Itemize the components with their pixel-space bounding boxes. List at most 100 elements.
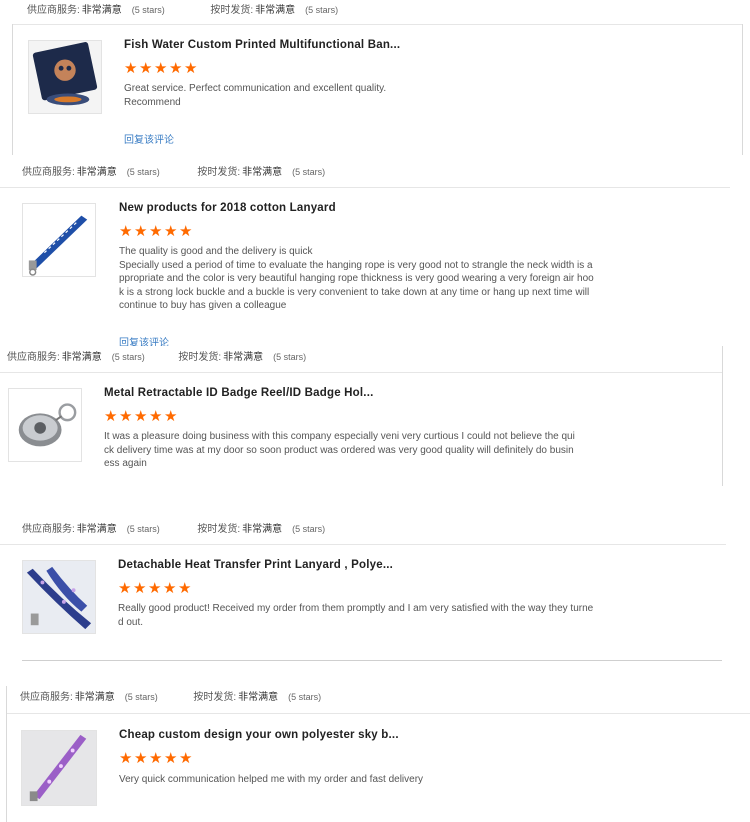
rating-row: 供应商服务: 非常满意 (5 stars) 按时发货: 非常满意 (5 stars) xyxy=(7,348,306,364)
review-text: It was a pleasure doing business with th… xyxy=(104,430,604,471)
product-thumbnail[interactable] xyxy=(28,40,102,114)
star-icon: ★ xyxy=(163,580,178,597)
review-line: d out. xyxy=(118,616,144,628)
rating-row: 供应商服务: 非常满意 (5 stars) 按时发货: 非常满意 (5 stars) xyxy=(22,520,325,536)
review-line: The quality is good and the delivery is … xyxy=(119,246,313,257)
star-icon: ★ xyxy=(139,60,154,77)
star-icon: ★ xyxy=(148,580,163,597)
review-stars: ★★★★★ xyxy=(119,751,194,767)
review-text: Very quick communication helped me with … xyxy=(119,773,619,787)
rating-row: 供应商服务: 非常满意 (5 stars) 按时发货: 非常满意 (5 stars) xyxy=(27,1,338,17)
star-icon: ★ xyxy=(134,750,149,767)
star-icon: ★ xyxy=(164,408,179,425)
review-card: 供应商服务: 非常满意 (5 stars) 按时发货: 非常满意 (5 stars) C… xyxy=(0,686,750,822)
supplier-service-value: 非常满意 xyxy=(61,352,102,363)
panel-edge xyxy=(722,346,723,486)
review-line: continue to buy has given a colleague xyxy=(119,300,287,311)
ontime-delivery-stars: (5 stars) xyxy=(273,352,307,362)
ontime-delivery-value: 非常满意 xyxy=(223,352,264,363)
supplier-service-label: 供应商服务: xyxy=(27,5,80,16)
star-icon: ★ xyxy=(154,60,169,77)
review-line: ck delivery time was at my door so soon … xyxy=(104,444,574,456)
supplier-service-label: 供应商服务: xyxy=(22,167,75,178)
review-card: 供应商服务: 非常满意 (5 stars) 按时发货: 非常满意 (5 stars) M… xyxy=(0,346,750,490)
star-icon: ★ xyxy=(149,408,164,425)
star-icon: ★ xyxy=(164,750,179,767)
review-stars: ★★★★★ xyxy=(119,224,194,240)
supplier-service-stars: (5 stars) xyxy=(126,167,160,177)
star-icon: ★ xyxy=(169,60,184,77)
ontime-delivery-value: 非常满意 xyxy=(255,5,296,16)
star-icon: ★ xyxy=(179,223,194,240)
product-title[interactable]: Metal Retractable ID Badge Reel/ID Badge… xyxy=(104,387,374,399)
product-thumbnail[interactable] xyxy=(21,730,97,806)
star-icon: ★ xyxy=(104,408,119,425)
badge-reel-image xyxy=(9,389,81,461)
panel-edge xyxy=(742,24,743,155)
product-thumbnail[interactable] xyxy=(22,203,96,277)
product-thumbnail[interactable] xyxy=(22,560,96,634)
review-line: Very quick communication helped me with … xyxy=(119,774,424,785)
divider xyxy=(6,713,750,714)
divider xyxy=(0,187,730,188)
printed-lanyard-image xyxy=(23,561,95,633)
supplier-service-stars: (5 stars) xyxy=(131,5,165,15)
review-line: Really good product! Received my order f… xyxy=(118,603,594,614)
product-title[interactable]: Cheap custom design your own polyester s… xyxy=(119,729,399,741)
star-icon: ★ xyxy=(134,223,149,240)
product-title[interactable]: Fish Water Custom Printed Multifunctiona… xyxy=(124,39,400,51)
supplier-service-value: 非常满意 xyxy=(76,524,117,535)
star-icon: ★ xyxy=(133,580,148,597)
star-icon: ★ xyxy=(149,750,164,767)
review-line: Recommend xyxy=(124,96,181,108)
supplier-service-stars: (5 stars) xyxy=(124,692,158,702)
ontime-delivery-stars: (5 stars) xyxy=(288,692,322,702)
review-text: The quality is good and the delivery is … xyxy=(119,245,619,313)
review-line: ppropriate and the color is very beautif… xyxy=(119,273,594,284)
ontime-delivery-label: 按时发货: xyxy=(197,167,241,178)
ontime-delivery-value: 非常满意 xyxy=(242,167,283,178)
ontime-delivery-stars: (5 stars) xyxy=(292,167,326,177)
review-stars: ★★★★★ xyxy=(118,581,193,597)
star-icon: ★ xyxy=(119,223,134,240)
purple-lanyard-image xyxy=(22,731,96,805)
star-icon: ★ xyxy=(178,580,193,597)
star-icon: ★ xyxy=(119,408,134,425)
supplier-service-label: 供应商服务: xyxy=(22,524,75,535)
ontime-delivery-stars: (5 stars) xyxy=(305,5,339,15)
supplier-service-value: 非常满意 xyxy=(81,5,122,16)
review-text: Really good product! Received my order f… xyxy=(118,602,618,629)
ontime-delivery-value: 非常满意 xyxy=(242,524,283,535)
divider xyxy=(22,660,722,661)
star-icon: ★ xyxy=(124,60,139,77)
supplier-service-label: 供应商服务: xyxy=(20,692,73,703)
ontime-delivery-label: 按时发货: xyxy=(193,692,237,703)
star-icon: ★ xyxy=(179,750,194,767)
panel-edge xyxy=(6,686,7,822)
star-icon: ★ xyxy=(118,580,133,597)
ontime-delivery-value: 非常满意 xyxy=(238,692,279,703)
rating-row: 供应商服务: 非常满意 (5 stars) 按时发货: 非常满意 (5 stars) xyxy=(22,163,325,179)
star-icon: ★ xyxy=(134,408,149,425)
divider xyxy=(0,372,722,373)
review-text: Great service. Perfect communication and… xyxy=(124,82,624,109)
ontime-delivery-label: 按时发货: xyxy=(178,352,222,363)
review-line: Specially used a period of time to evalu… xyxy=(119,259,593,271)
divider xyxy=(0,544,726,545)
divider xyxy=(12,24,742,25)
product-title[interactable]: New products for 2018 cotton Lanyard xyxy=(119,202,336,214)
review-card: 供应商服务: 非常满意 (5 stars) 按时发货: 非常满意 (5 stars) D… xyxy=(0,518,750,668)
review-line: Great service. Perfect communication and… xyxy=(124,83,387,94)
star-icon: ★ xyxy=(149,223,164,240)
blue-lanyard-image xyxy=(23,204,95,276)
product-title[interactable]: Detachable Heat Transfer Print Lanyard ,… xyxy=(118,559,393,571)
supplier-service-label: 供应商服务: xyxy=(7,352,60,363)
star-icon: ★ xyxy=(164,223,179,240)
product-thumbnail[interactable] xyxy=(8,388,82,462)
reply-link[interactable]: 回复该评论 xyxy=(124,131,174,146)
supplier-service-value: 非常满意 xyxy=(74,692,115,703)
supplier-service-value: 非常满意 xyxy=(76,167,117,178)
review-line: It was a pleasure doing business with th… xyxy=(104,431,575,442)
review-stars: ★★★★★ xyxy=(104,409,179,425)
panel-edge xyxy=(12,24,13,155)
